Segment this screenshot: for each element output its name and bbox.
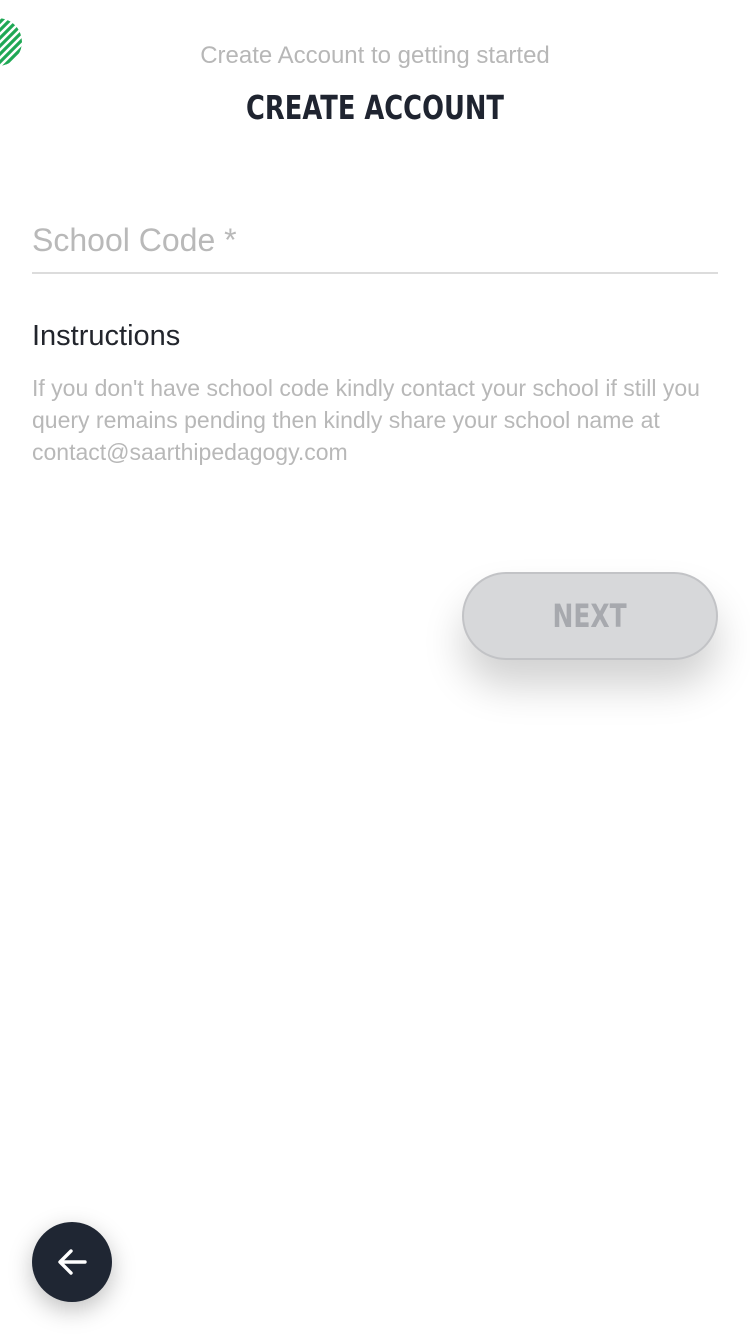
instructions-heading: Instructions	[32, 320, 181, 352]
page-title: CREATE ACCOUNT	[246, 88, 504, 127]
next-button-label: NEXT	[552, 597, 628, 635]
school-code-input[interactable]	[32, 214, 718, 266]
next-button[interactable]: NEXT	[462, 572, 718, 660]
back-button[interactable]	[32, 1222, 112, 1302]
instructions-text: If you don't have school code kindly con…	[32, 375, 700, 465]
page-subtitle: Create Account to getting started	[200, 42, 550, 69]
school-code-field	[32, 214, 718, 274]
arrow-left-icon	[55, 1245, 89, 1279]
create-account-screen: Create Account to getting started CREATE…	[0, 0, 750, 1334]
